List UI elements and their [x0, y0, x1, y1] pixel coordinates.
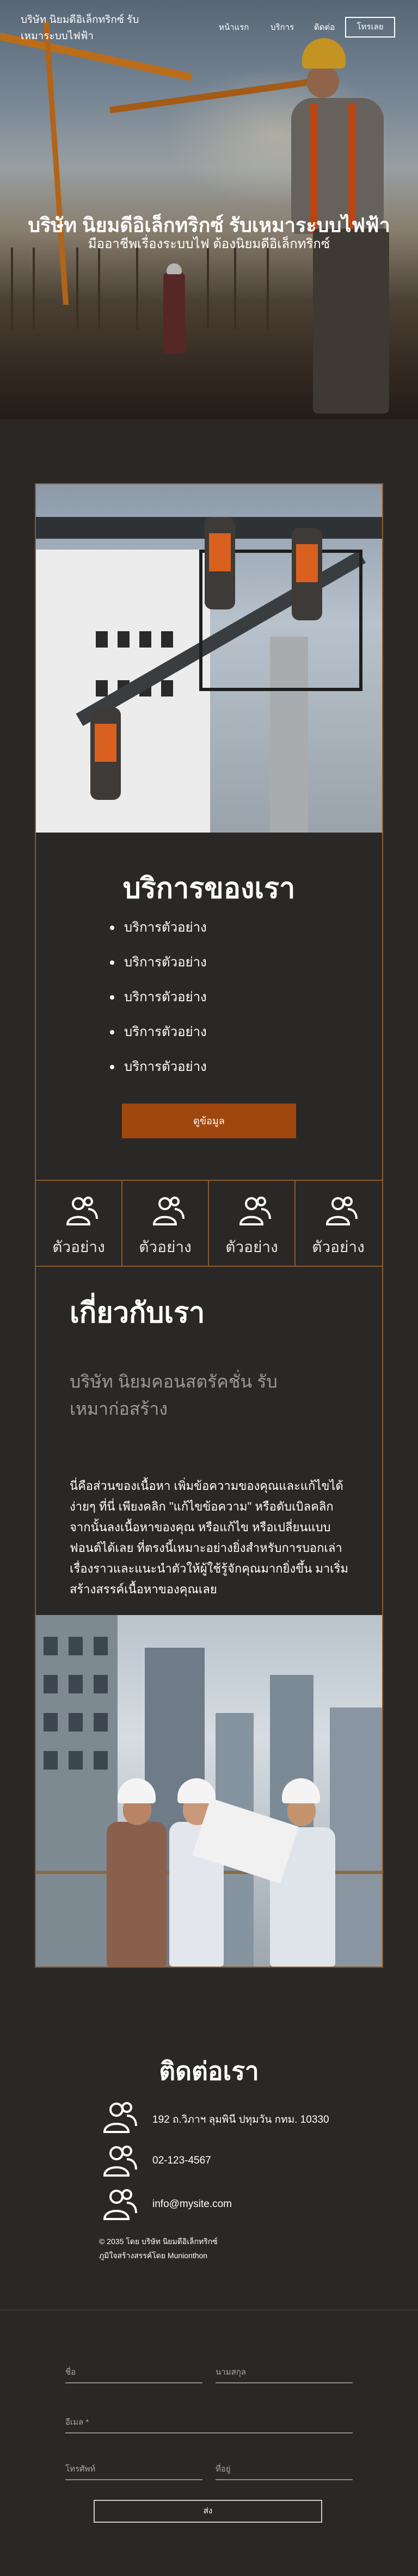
- people-icon: [152, 1197, 185, 1225]
- nav-home[interactable]: หน้าแรก: [219, 21, 249, 34]
- feature-label: ตัวอย่าง: [225, 1238, 278, 1255]
- last-name-field: [216, 2364, 353, 2383]
- hero-subtitle: มืออาชีพเรื่องระบบไฟ ต้องนิยมดีอิเล็กทริ…: [88, 237, 330, 251]
- photo-worker: [90, 707, 121, 800]
- people-icon: [66, 1197, 98, 1225]
- nav-services[interactable]: บริการ: [271, 21, 294, 34]
- contact-phone[interactable]: 02-123-4567: [102, 2145, 364, 2178]
- phone-input[interactable]: [65, 2461, 202, 2477]
- view-info-button[interactable]: ดูข้อมูล: [122, 1104, 296, 1138]
- service-item: บริการตัวอย่าง: [110, 953, 306, 988]
- first-name-field: [65, 2364, 202, 2383]
- people-icon: [103, 2102, 137, 2133]
- people-icon: [239, 1197, 271, 1225]
- service-item: บริการตัวอย่าง: [110, 1023, 306, 1058]
- service-item: บริการตัวอย่าง: [110, 919, 306, 953]
- site-brand-text: บริษัท นิยมดีอิเล็กทริกซ์ รับเหมาระบบไฟฟ…: [21, 14, 139, 42]
- contact-email-text[interactable]: info@mysite.com: [152, 2198, 232, 2210]
- last-name-input[interactable]: [216, 2364, 353, 2380]
- nav-contact[interactable]: ติดต่อ: [314, 21, 335, 34]
- about-company: บริษัท นิยมคอนสตรัคชั่น รับเหมาก่อสร้าง: [70, 1372, 278, 1419]
- contact-address-text: 192 ถ.วิภาฯ ลุมพินี ปทุมวัน กทม. 10330: [152, 2114, 329, 2125]
- people-icon: [325, 1197, 358, 1225]
- services-photo: [36, 484, 382, 833]
- services-title: บริการของเรา: [122, 873, 296, 904]
- email-field: [65, 2414, 353, 2433]
- footer-divider: [0, 2309, 418, 2310]
- services-list: บริการตัวอย่าง บริการตัวอย่าง บริการตัวอ…: [110, 919, 306, 1093]
- feature-item: ตัวอย่าง: [36, 1181, 122, 1266]
- address-field: [216, 2461, 353, 2480]
- contact-title: ติดต่อเรา: [159, 2057, 259, 2085]
- feature-item: ตัวอย่าง: [209, 1181, 296, 1266]
- feature-label: ตัวอย่าง: [312, 1238, 365, 1255]
- phone-field: [65, 2461, 202, 2480]
- feature-item: ตัวอย่าง: [122, 1181, 209, 1266]
- about-body: นี่คือส่วนของเนื้อหา เพิ่มข้อความของคุณแ…: [70, 1479, 349, 1596]
- contact-email[interactable]: info@mysite.com: [102, 2189, 364, 2221]
- feature-item: ตัวอย่าง: [296, 1181, 382, 1266]
- photo-person: [107, 1822, 167, 1967]
- people-icon: [103, 2146, 137, 2177]
- about-title: เกี่ยวกับเรา: [70, 1297, 205, 1329]
- service-item: บริการตัวอย่าง: [110, 988, 306, 1023]
- photo-tower-left: [36, 1615, 118, 1967]
- copyright: © 2035 โดย บริษัท นิยมดีอิเล็กทริกซ์ ภูม…: [99, 2234, 218, 2263]
- photo-worker: [292, 528, 322, 620]
- service-item: บริการตัวอย่าง: [110, 1058, 306, 1093]
- call-button[interactable]: โทรเลย: [345, 17, 395, 38]
- contact-address: 192 ถ.วิภาฯ ลุมพินี ปทุมวัน กทม. 10330: [102, 2102, 364, 2134]
- photo-worker: [205, 517, 235, 609]
- submit-button[interactable]: ส่ง: [94, 2500, 322, 2523]
- main-card: บริการของเรา บริการตัวอย่าง บริการตัวอย่…: [35, 483, 383, 1968]
- contact-phone-text[interactable]: 02-123-4567: [152, 2155, 211, 2167]
- copyright-credit: ภูมิใจสร้างสรรค์โดย Munionthon: [99, 2251, 208, 2260]
- feature-label: ตัวอย่าง: [52, 1238, 105, 1255]
- people-icon: [103, 2189, 137, 2220]
- photo-tower: [330, 1708, 382, 1967]
- feature-label: ตัวอย่าง: [139, 1238, 192, 1255]
- first-name-input[interactable]: [65, 2364, 202, 2380]
- feature-row: ตัวอย่าง ตัวอย่าง ตัวอย่าง ตัวอย่าง: [36, 1180, 382, 1267]
- site-brand[interactable]: บริษัท นิยมดีอิเล็กทริกซ์ รับเหมาระบบไฟฟ…: [21, 12, 157, 45]
- email-input[interactable]: [65, 2414, 353, 2430]
- about-photo: [36, 1615, 382, 1967]
- address-input[interactable]: [216, 2461, 353, 2477]
- copyright-line: © 2035 โดย บริษัท นิยมดีอิเล็กทริกซ์: [99, 2237, 218, 2246]
